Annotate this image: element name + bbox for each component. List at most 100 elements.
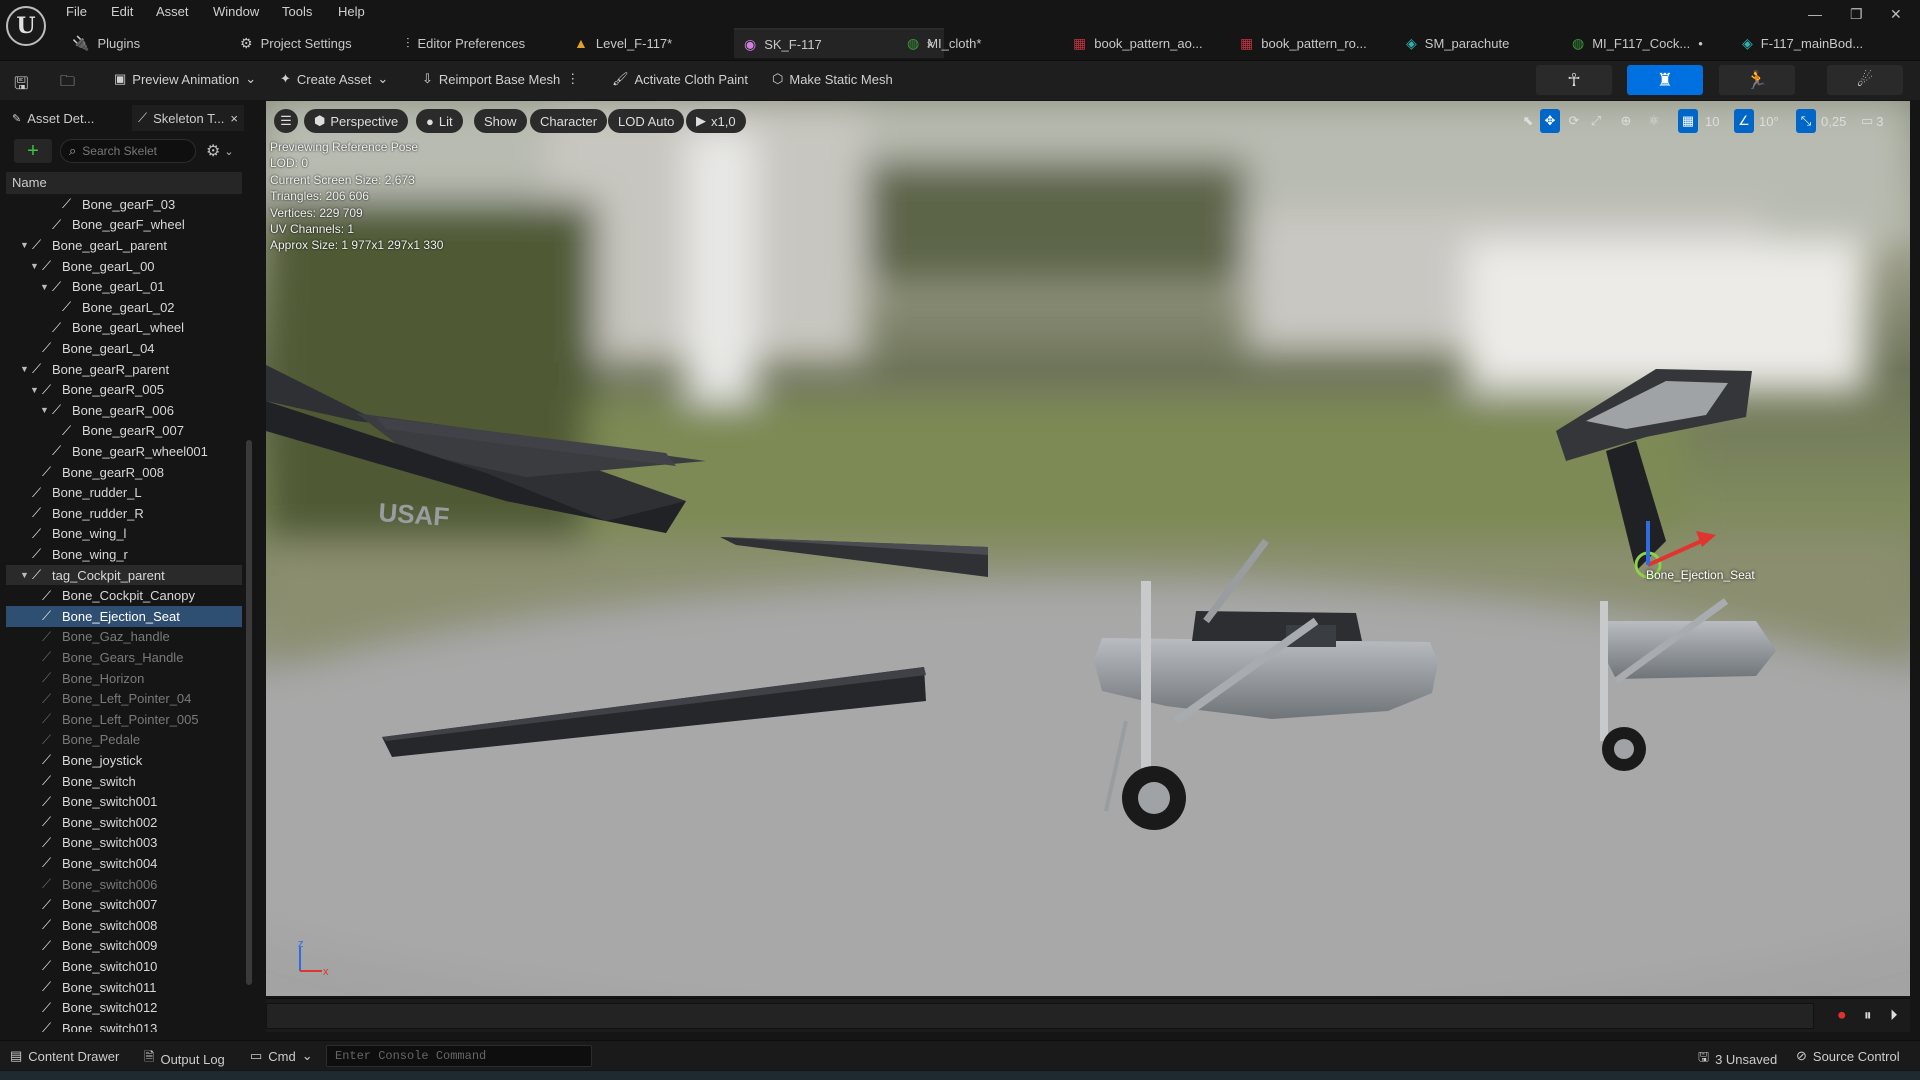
- source-control-button[interactable]: ⊘ Source Control: [1796, 1048, 1900, 1064]
- tree-row-bone[interactable]: ⟋ Bone_switch006: [6, 874, 242, 895]
- unsaved-button[interactable]: 🖫 3 Unsaved: [1698, 1048, 1777, 1070]
- world-space-icon[interactable]: ⊕: [1616, 109, 1636, 133]
- tree-row-bone[interactable]: ⟋ Bone_switch002: [6, 812, 242, 833]
- browse-icon[interactable]: 🗀: [60, 71, 75, 96]
- physics-mode-button[interactable]: ☄: [1827, 65, 1903, 95]
- save-icon[interactable]: 🖫: [14, 71, 28, 100]
- expand-arrow-icon[interactable]: ▼: [30, 385, 42, 395]
- expand-arrow-icon[interactable]: ▼: [30, 261, 42, 271]
- tree-row-bone[interactable]: ▼ ⟋ Bone_gearL_parent: [6, 235, 242, 256]
- tree-row-bone[interactable]: ⟋ Bone_Gears_Handle: [6, 647, 242, 668]
- tree-row-bone[interactable]: ⟋ Bone_switch011: [6, 977, 242, 998]
- restore-icon[interactable]: ❐: [1850, 6, 1863, 23]
- tree-row-bone[interactable]: ⟋ Bone_Left_Pointer_005: [6, 709, 242, 730]
- add-bone-button[interactable]: +: [14, 139, 52, 163]
- record-icon[interactable]: ⏺: [1838, 1007, 1846, 1024]
- tree-row-bone[interactable]: ▼ ⟋ Bone_gearR_005: [6, 379, 242, 400]
- tree-row-bone[interactable]: ⟋ Bone_wing_r: [6, 544, 242, 565]
- menu-window[interactable]: Window: [213, 4, 259, 19]
- tree-row-bone[interactable]: ⟋ Bone_rudder_L: [6, 482, 242, 503]
- tab-mi-cloth[interactable]: ◍ MI_cloth*: [907, 28, 981, 58]
- viewport-menu-button[interactable]: ☰: [274, 109, 298, 133]
- tree-row-bone[interactable]: ⟋ Bone_switch009: [6, 936, 242, 957]
- tree-row-bone[interactable]: ⟋ Bone_switch007: [6, 894, 242, 915]
- pause-icon[interactable]: ⏸: [1864, 1007, 1872, 1024]
- column-header-name[interactable]: Name: [6, 172, 242, 194]
- tree-row-bone[interactable]: ⟋ Bone_gearR_007: [6, 421, 242, 442]
- tree-row-bone[interactable]: ⟋ Bone_Gaz_handle: [6, 627, 242, 648]
- character-button[interactable]: Character: [530, 109, 608, 133]
- lod-button[interactable]: LOD Auto: [608, 109, 685, 133]
- camera-speed-button[interactable]: ▭ 3: [1858, 109, 1887, 133]
- tree-row-bone[interactable]: ⟋ Bone_Left_Pointer_04: [6, 688, 242, 709]
- tab-skeleton-tree[interactable]: ⟋ Skeleton T... ×: [132, 105, 245, 131]
- tree-scrollbar[interactable]: [246, 440, 252, 985]
- activate-cloth-paint-button[interactable]: 🖌 Activate Cloth Paint: [612, 71, 748, 87]
- tree-row-bone[interactable]: ⟋ Bone_Cockpit_Canopy: [6, 585, 242, 606]
- more-options-icon[interactable]: ⋮: [566, 71, 579, 87]
- tree-settings-button[interactable]: ⚙ ⌄: [206, 139, 242, 163]
- tab-asset-details[interactable]: ✎ Asset Det...: [6, 105, 100, 131]
- rotation-snap-toggle[interactable]: ∠: [1734, 109, 1754, 133]
- scale-snap-toggle[interactable]: ⤡: [1796, 109, 1816, 133]
- minimize-icon[interactable]: —: [1808, 6, 1822, 22]
- tree-row-bone[interactable]: ⟋ Bone_switch012: [6, 997, 242, 1018]
- close-window-icon[interactable]: ✕: [1890, 6, 1902, 23]
- menu-file[interactable]: File: [66, 4, 87, 19]
- output-log-button[interactable]: 🗎 Output Log: [144, 1048, 225, 1070]
- tree-row-bone[interactable]: ⟋ Bone_switch001: [6, 791, 242, 812]
- close-tab-icon[interactable]: ×: [230, 111, 238, 126]
- create-asset-button[interactable]: ✦ Create Asset ⌄: [280, 71, 388, 87]
- select-mode-icon[interactable]: ⬉: [1518, 109, 1538, 133]
- expand-arrow-icon[interactable]: ▼: [40, 405, 52, 415]
- tree-row-bone[interactable]: ⟋ Bone_gearR_008: [6, 462, 242, 483]
- tree-row-bone[interactable]: ⟋ Bone_switch010: [6, 956, 242, 977]
- mesh-mode-button[interactable]: ♜: [1627, 65, 1703, 95]
- tree-row-bone[interactable]: ⟋ Bone_switch: [6, 771, 242, 792]
- expand-arrow-icon[interactable]: ▼: [20, 570, 32, 580]
- tree-row-bone[interactable]: ⟋ Bone_gearF_03: [6, 194, 242, 215]
- viewport[interactable]: USAF ☰ ⬢ Perspective ● Lit Show Character …: [266, 101, 1910, 996]
- tab-level[interactable]: ▲ Level_F-117*: [574, 28, 672, 58]
- reimport-base-mesh-button[interactable]: ⇩ Reimport Base Mesh ⋮: [422, 71, 579, 87]
- playback-speed-button[interactable]: ▶ x1,0: [686, 109, 746, 133]
- tab-editor-preferences[interactable]: ⫶ Editor Preferences: [406, 28, 525, 58]
- lit-button[interactable]: ● Lit: [416, 109, 463, 133]
- tree-row-bone[interactable]: ▼ ⟋ Bone_gearL_00: [6, 256, 242, 277]
- menu-asset[interactable]: Asset: [156, 4, 189, 19]
- cmd-dropdown[interactable]: ▭ Cmd ⌄: [250, 1048, 313, 1064]
- tree-row-bone[interactable]: ⟋ Bone_Pedale: [6, 730, 242, 751]
- tree-row-bone[interactable]: ⟋ Bone_switch003: [6, 833, 242, 854]
- menu-edit[interactable]: Edit: [111, 4, 133, 19]
- expand-arrow-icon[interactable]: ▼: [40, 282, 52, 292]
- scale-snap-value[interactable]: 0,25: [1818, 109, 1849, 133]
- tab-plugins[interactable]: 🔌 Plugins: [72, 28, 140, 58]
- preview-animation-button[interactable]: ▣ Preview Animation ⌄: [114, 71, 256, 87]
- console-field[interactable]: [326, 1045, 592, 1067]
- menu-help[interactable]: Help: [338, 4, 365, 19]
- tab-mi-f117-cockpit[interactable]: ◍ MI_F117_Cock... •: [1572, 28, 1703, 58]
- perspective-button[interactable]: ⬢ Perspective: [304, 109, 409, 133]
- unreal-logo-icon[interactable]: U: [6, 6, 46, 46]
- tree-row-bone[interactable]: ▼ ⟋ Bone_gearL_01: [6, 276, 242, 297]
- timeline-track[interactable]: [266, 1003, 1814, 1029]
- expand-arrow-icon[interactable]: ▼: [20, 240, 32, 250]
- rotation-snap-value[interactable]: 10°: [1756, 109, 1782, 133]
- show-button[interactable]: Show: [474, 109, 527, 133]
- skeleton-search[interactable]: ⌕: [60, 139, 196, 163]
- tree-row-bone[interactable]: ▼ ⟋ Bone_gearR_parent: [6, 359, 242, 380]
- tab-sm-parachute[interactable]: ◈ SM_parachute: [1406, 28, 1509, 58]
- skeleton-mode-button[interactable]: ☥: [1536, 65, 1612, 95]
- tree-row-bone[interactable]: ⟋ Bone_Horizon: [6, 668, 242, 689]
- animation-mode-button[interactable]: 🏃: [1719, 65, 1795, 95]
- surface-snap-icon[interactable]: ⚛: [1644, 109, 1664, 133]
- search-input[interactable]: [82, 144, 183, 158]
- tab-f117-mainbody[interactable]: ◈ F-117_mainBod...: [1742, 28, 1863, 58]
- translate-mode-icon[interactable]: ✥: [1540, 109, 1560, 133]
- tree-row-bone[interactable]: ⟋ Bone_rudder_R: [6, 503, 242, 524]
- tree-row-bone[interactable]: ▼ ⟋ tag_Cockpit_parent: [6, 564, 242, 586]
- tree-row-bone[interactable]: ⟋ Bone_switch013: [6, 1018, 242, 1032]
- content-drawer-button[interactable]: ▤ Content Drawer: [10, 1048, 119, 1064]
- scale-mode-icon[interactable]: ⤢: [1586, 109, 1606, 133]
- step-forward-icon[interactable]: ⏵: [1890, 1007, 1898, 1024]
